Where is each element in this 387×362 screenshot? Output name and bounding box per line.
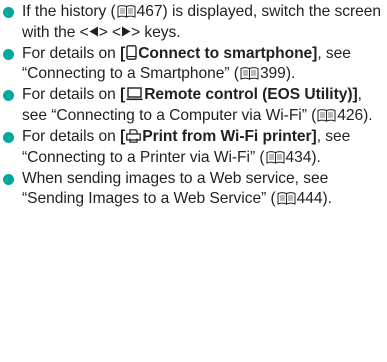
page-ref[interactable]: 444 (297, 190, 323, 207)
bullet-icon (3, 173, 14, 185)
list-item: When sending images to a Web service, se… (0, 169, 387, 210)
book-icon (317, 108, 336, 122)
book-icon (277, 191, 296, 206)
item-text: For details on (22, 86, 121, 104)
menu-label-open: [ (120, 86, 126, 104)
menu-label: Remote control (EOS Utility)] (144, 86, 358, 104)
item-text: > < (98, 23, 122, 41)
bullet-icon (3, 48, 14, 60)
item-text: ). (285, 65, 296, 83)
item-text: If the history ( (22, 3, 116, 20)
list-item: For details on [Connect to smartphone], … (0, 44, 387, 85)
item-text: For details on (22, 44, 121, 62)
page-ref[interactable]: 467 (137, 3, 163, 20)
smartphone-icon (126, 44, 137, 60)
page-ref[interactable]: 434 (286, 149, 312, 166)
list-item: For details on [ Print from Wi-Fi printer… (0, 127, 387, 168)
book-icon (117, 4, 136, 18)
book-icon (240, 66, 259, 81)
item-text: ). (322, 190, 332, 208)
item-text: ). (311, 148, 321, 166)
bullet-list: If the history (467) is displayed, switc… (0, 0, 387, 210)
book-icon (266, 150, 285, 164)
bullet-icon (3, 132, 14, 144)
menu-label-open: [ (120, 128, 126, 146)
list-item: For details on [ Remote control (EOS Util… (0, 85, 387, 126)
page-ref[interactable]: 399 (260, 65, 286, 82)
menu-label-open: [ (120, 44, 126, 62)
item-text: ). (363, 106, 373, 124)
menu-label: Print from Wi-Fi printer] (142, 128, 317, 146)
bullet-icon (3, 90, 14, 102)
item-text: > keys. (131, 23, 181, 41)
menu-label: Connect to smartphone] (138, 44, 318, 62)
bullet-icon (3, 7, 14, 18)
left-arrow-key-icon (89, 26, 99, 37)
page-ref[interactable]: 426 (337, 107, 363, 124)
right-arrow-key-icon (121, 26, 131, 37)
item-text: For details on (22, 128, 121, 146)
computer-icon (126, 87, 143, 101)
printer-icon (126, 129, 142, 143)
list-item: If the history (467) is displayed, switc… (0, 2, 387, 43)
